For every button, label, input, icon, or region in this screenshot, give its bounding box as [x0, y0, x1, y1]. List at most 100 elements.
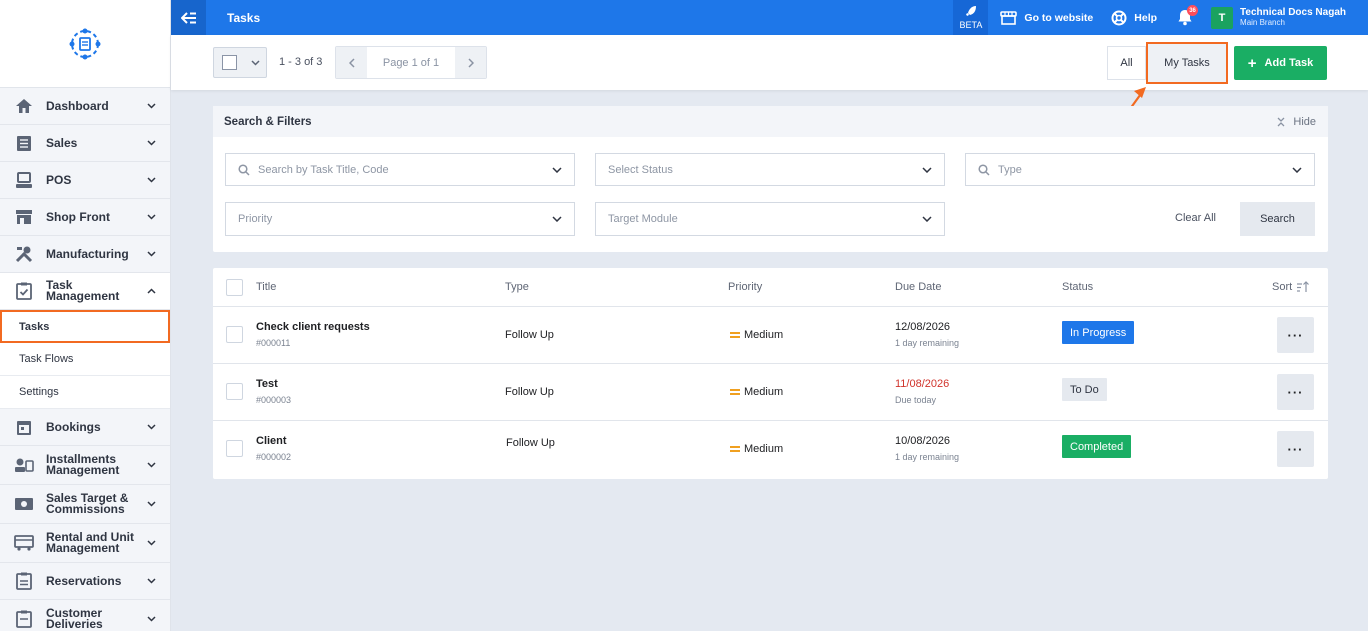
sidebar-item-reservations[interactable]: Reservations: [0, 563, 170, 600]
sidebar-item-pos[interactable]: POS: [0, 162, 170, 199]
status-select[interactable]: Select Status: [595, 153, 945, 186]
notifications-button[interactable]: 36: [1177, 5, 1199, 26]
chevron-down-icon: [922, 216, 932, 222]
priority-select[interactable]: Priority: [225, 202, 575, 236]
pagination: Page 1 of 1: [335, 46, 487, 79]
search-icon: [238, 163, 250, 176]
sidebar-item-label: Task Management: [46, 278, 120, 303]
task-type: Follow Up: [506, 437, 555, 449]
notification-badge: 36: [1187, 5, 1199, 16]
page-indicator: Page 1 of 1: [382, 56, 440, 69]
chevron-down-icon: [146, 538, 156, 548]
chevron-down-icon: [146, 422, 156, 432]
column-status: Status: [1062, 281, 1094, 293]
app-logo[interactable]: [0, 0, 170, 88]
chevron-down-icon: [146, 576, 156, 586]
add-task-button[interactable]: + Add Task: [1234, 46, 1327, 80]
pos-icon: [14, 170, 34, 190]
collapse-icon: [1277, 117, 1285, 127]
sidebar-item-label: Dashboard: [46, 98, 109, 113]
row-checkbox[interactable]: [226, 383, 243, 400]
prev-page-button[interactable]: [336, 47, 367, 78]
search-input[interactable]: Search by Task Title, Code: [225, 153, 575, 186]
hide-filters-button[interactable]: Hide: [1277, 116, 1316, 128]
sidebar-item-sales[interactable]: Sales: [0, 125, 170, 162]
column-priority: Priority: [728, 281, 763, 293]
priority-placeholder: Priority: [238, 213, 273, 225]
chevron-down-icon: [552, 216, 562, 222]
task-due-date: 11/08/2026: [895, 378, 950, 390]
sidebar-item-bookings[interactable]: Bookings: [0, 409, 170, 446]
calendar-icon: [14, 417, 34, 437]
clear-all-link[interactable]: Clear All: [1175, 212, 1216, 224]
rocket-icon: [965, 6, 976, 16]
help-link[interactable]: Help: [1111, 10, 1157, 26]
user-branch: Main Branch: [1240, 18, 1285, 27]
user-menu[interactable]: T Technical Docs Nagah Main Branch: [1211, 6, 1346, 29]
beta-label: BETA: [959, 20, 983, 30]
chevron-down-icon: [146, 249, 156, 259]
logo-icon: [69, 28, 101, 59]
sidebar-item-manufacturing[interactable]: Manufacturing: [0, 236, 170, 273]
task-title[interactable]: Check client requests: [256, 321, 370, 333]
chevron-down-icon: [146, 460, 156, 470]
task-title[interactable]: Client: [256, 435, 287, 447]
table-row[interactable]: Test #000003 Follow Up Medium 11/08/2026…: [213, 364, 1328, 421]
priority-label: Medium: [744, 329, 784, 341]
avatar: T: [1211, 6, 1234, 29]
table-row[interactable]: Check client requests #000011 Follow Up …: [213, 307, 1328, 364]
row-checkbox[interactable]: [226, 326, 243, 343]
task-due-date: 12/08/2026: [895, 321, 951, 333]
task-priority: Medium: [730, 386, 783, 398]
sidebar-item-shop-front[interactable]: Shop Front: [0, 199, 170, 236]
row-actions-button[interactable]: ···: [1277, 317, 1314, 353]
target-module-select[interactable]: Target Module: [595, 202, 945, 236]
sidebar-item-task-management[interactable]: Task Management: [0, 273, 170, 310]
hide-label: Hide: [1293, 115, 1316, 128]
status-badge: In Progress: [1062, 321, 1135, 344]
sort-button[interactable]: Sort: [1272, 281, 1310, 293]
row-checkbox[interactable]: [226, 440, 243, 457]
filter-my-tasks-button[interactable]: My Tasks: [1146, 42, 1228, 84]
select-all-checkbox[interactable]: [222, 55, 237, 70]
next-page-button[interactable]: [455, 47, 486, 78]
sidebar-subitem-task-flows[interactable]: Task Flows: [0, 343, 170, 376]
sidebar-subitem-settings[interactable]: Settings: [0, 376, 170, 409]
chevron-down-icon: [146, 175, 156, 185]
priority-medium-icon: [730, 446, 740, 452]
status-badge: Completed: [1062, 435, 1132, 458]
sidebar-item-rental[interactable]: Rental and Unit Management: [0, 524, 170, 563]
bulk-select-dropdown[interactable]: [213, 47, 267, 78]
priority-label: Medium: [744, 386, 784, 398]
task-title[interactable]: Test: [256, 378, 278, 390]
row-actions-button[interactable]: ···: [1277, 431, 1314, 467]
sidebar-item-label: Sales Target & Commissions: [46, 491, 129, 516]
filter-all-button[interactable]: All: [1107, 46, 1146, 80]
sidebar-item-installments[interactable]: Installments Management: [0, 446, 170, 485]
chevron-right-icon: [467, 57, 474, 68]
table-row[interactable]: Client #000002 Follow Up Medium 10/08/20…: [213, 421, 1328, 478]
type-select[interactable]: Type: [965, 153, 1315, 186]
list-toolbar: 1 - 3 of 3 Page 1 of 1 All My Tasks + Ad…: [171, 35, 1368, 90]
status-badge: To Do: [1062, 378, 1107, 401]
sidebar-item-label: POS: [46, 172, 72, 187]
task-remaining: 1 day remaining: [895, 452, 960, 462]
beta-button[interactable]: BETA: [953, 0, 989, 35]
type-placeholder: Type: [998, 163, 1022, 176]
collapse-sidebar-button[interactable]: [171, 0, 206, 35]
row-actions-button[interactable]: ···: [1277, 374, 1314, 410]
rental-icon: [14, 533, 34, 553]
go-to-website-link[interactable]: Go to website: [1000, 10, 1093, 25]
search-button[interactable]: Search: [1240, 202, 1315, 236]
sidebar: Dashboard Sales POS Shop Front Manufactu…: [0, 0, 171, 631]
sidebar-subitem-tasks[interactable]: Tasks: [0, 310, 170, 343]
task-code: #000003: [256, 395, 292, 405]
sidebar-item-dashboard[interactable]: Dashboard: [0, 88, 170, 125]
clipboard-check-icon: [14, 281, 34, 301]
sidebar-item-label: Bookings: [46, 419, 101, 434]
reservations-icon: [14, 571, 34, 591]
sidebar-item-customer-deliveries[interactable]: Customer Deliveries: [0, 600, 170, 631]
sidebar-item-sales-target[interactable]: Sales Target & Commissions: [0, 485, 170, 524]
task-type: Follow Up: [505, 329, 554, 341]
select-all-rows-checkbox[interactable]: [226, 279, 243, 296]
